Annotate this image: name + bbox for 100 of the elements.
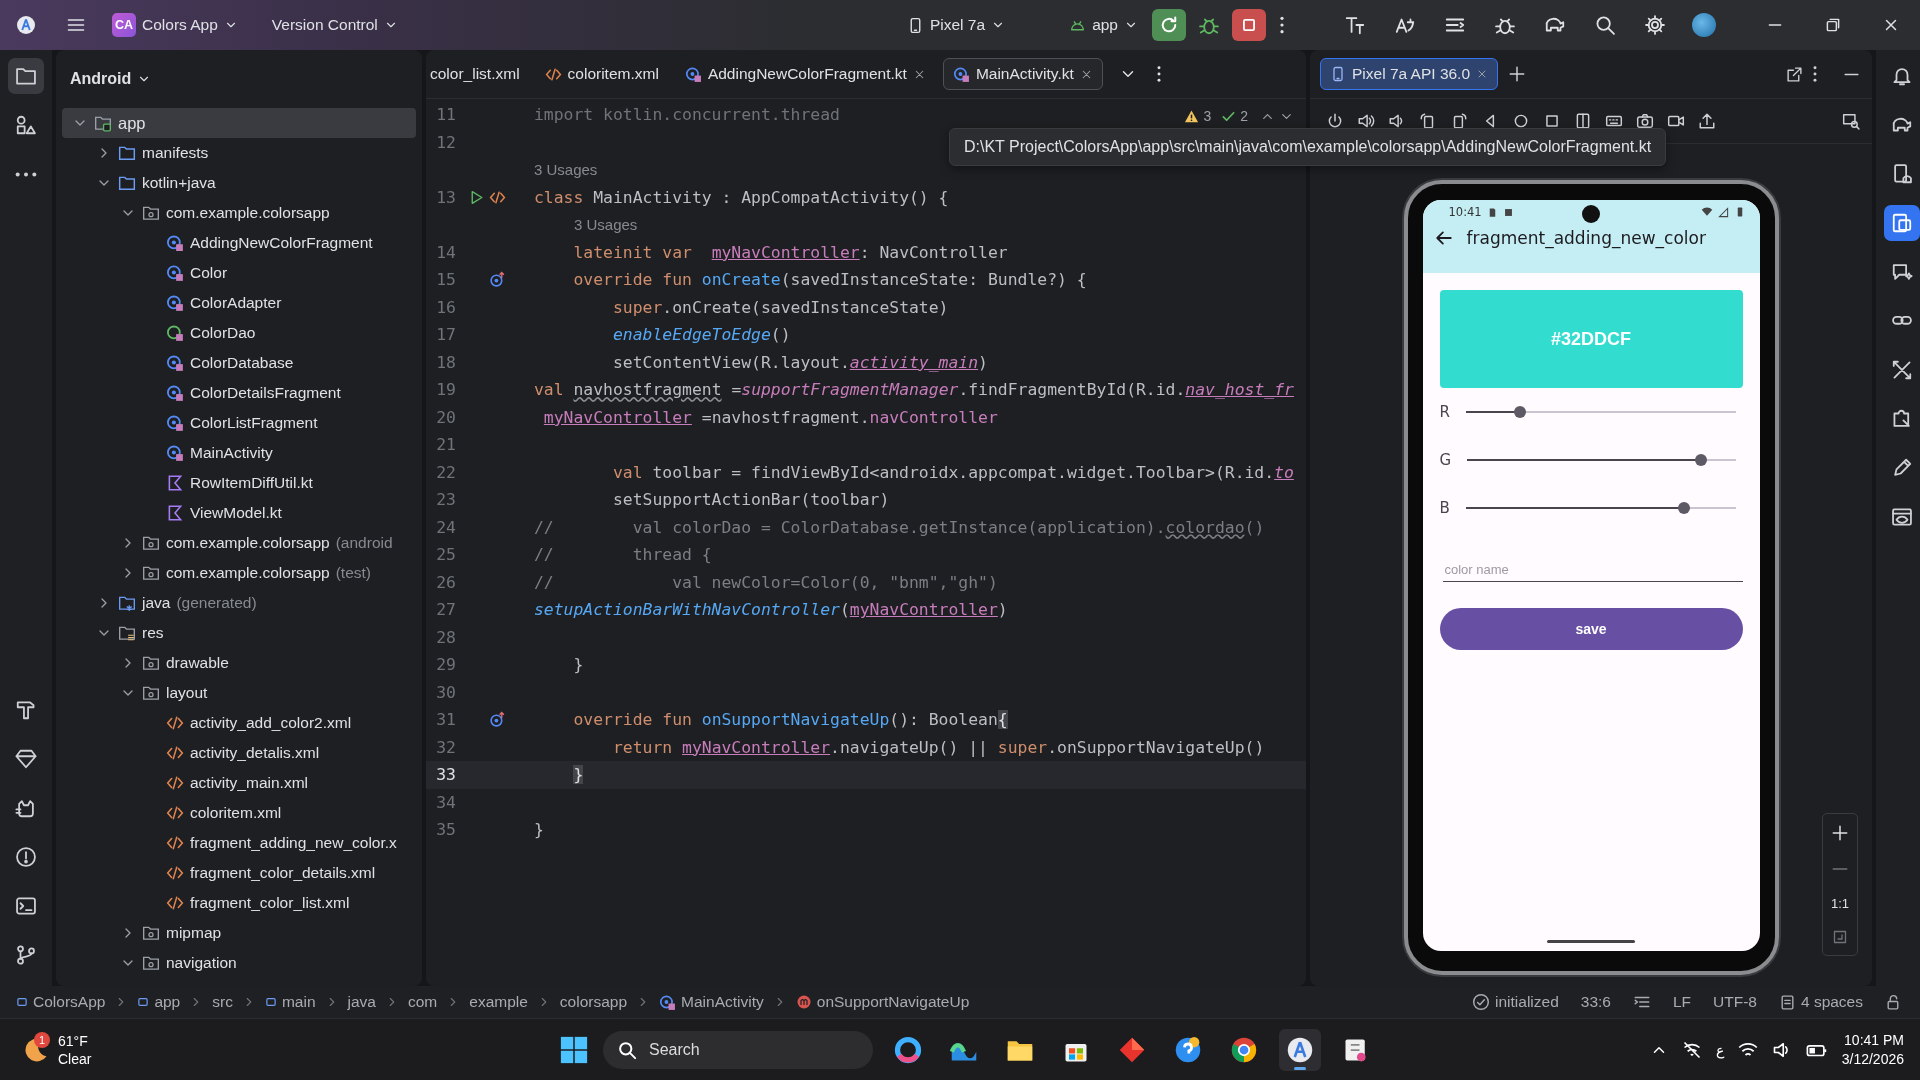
- editor-tab[interactable]: coloritem.xml: [535, 58, 668, 90]
- more-icon[interactable]: [1156, 66, 1161, 82]
- file-encoding[interactable]: UTF-8: [1713, 993, 1757, 1011]
- tree-row[interactable]: res: [62, 618, 416, 648]
- run-configuration-selector[interactable]: app: [1069, 16, 1138, 34]
- editor-tab[interactable]: MainActivity.kt: [942, 58, 1103, 90]
- zoom-in-icon[interactable]: [1831, 824, 1849, 842]
- tree-row[interactable]: mipmap: [62, 918, 416, 948]
- slider-thumb[interactable]: [1694, 454, 1707, 466]
- start-icon[interactable]: [559, 1034, 589, 1065]
- search-field[interactable]: Search: [603, 1030, 873, 1069]
- back-arrow-icon[interactable]: [1434, 229, 1453, 247]
- tree-row[interactable]: ColorAdapter: [62, 288, 416, 318]
- tree-row[interactable]: AddingNewColorFragment: [62, 228, 416, 258]
- breadcrumb[interactable]: MainActivity: [659, 993, 764, 1011]
- home-icon[interactable]: [1512, 112, 1530, 130]
- add-icon[interactable]: [1508, 65, 1527, 83]
- text-tool-icon[interactable]: [1344, 14, 1366, 36]
- breadcrumb[interactable]: onSupportNavigateUp: [795, 993, 970, 1011]
- input-language[interactable]: ع: [1715, 1041, 1724, 1058]
- tree-row[interactable]: layout: [62, 678, 416, 708]
- devices-button[interactable]: [1884, 205, 1920, 241]
- usages-hint[interactable]: 3 Usages: [574, 216, 638, 234]
- settings-icon[interactable]: [1644, 14, 1666, 36]
- folder-button[interactable]: [8, 58, 44, 94]
- save-button[interactable]: save: [1439, 608, 1743, 650]
- tree-row[interactable]: fragment_color_list.xml: [62, 888, 416, 918]
- usages-hint[interactable]: 3 Usages: [534, 161, 598, 179]
- tree-row[interactable]: ColorDatabase: [62, 348, 416, 378]
- more-icon[interactable]: [1280, 16, 1284, 34]
- tree-item-label: RowItemDiffUtil.kt: [190, 474, 313, 492]
- device-selector[interactable]: Pixel 7a: [906, 16, 1006, 34]
- tree-row[interactable]: RowItemDiffUtil.kt: [62, 468, 416, 498]
- open-external-icon[interactable]: [1786, 65, 1803, 83]
- override-icon[interactable]: [489, 711, 506, 729]
- search-icon[interactable]: [1594, 14, 1616, 36]
- line-number: 25: [435, 545, 456, 565]
- breadcrumb[interactable]: java: [347, 993, 376, 1011]
- actual-size-button[interactable]: 1:1: [1830, 896, 1850, 911]
- tree-row[interactable]: com.example.colorsapp (test): [62, 558, 416, 588]
- code-line: override fun onCreate(savedInstanceState: Bundle?) {: [572, 270, 1087, 290]
- project-view-selector[interactable]: Android: [56, 50, 422, 108]
- camera-icon[interactable]: [1636, 112, 1654, 130]
- tree-row[interactable]: activity_detalis.xml: [62, 738, 416, 768]
- tree-row[interactable]: Color: [62, 258, 416, 288]
- breadcrumb[interactable]: app: [137, 993, 181, 1011]
- slider-thumb[interactable]: [1513, 406, 1526, 418]
- restore-icon[interactable]: [1824, 16, 1842, 34]
- indent-setting[interactable]: 4 spaces: [1778, 993, 1863, 1011]
- tree-row[interactable]: ColorDetailsFragment: [62, 378, 416, 408]
- volume-up-icon[interactable]: [1357, 112, 1375, 130]
- tree-row[interactable]: activity_main.xml: [62, 768, 416, 798]
- power-icon[interactable]: [1326, 112, 1344, 130]
- tree-row[interactable]: kotlin+java: [62, 168, 416, 198]
- editor-tab[interactable]: AddingNewColorFragment.kt: [675, 58, 935, 90]
- device-tab[interactable]: Pixel 7a API 36.0: [1320, 58, 1499, 90]
- breadcrumb[interactable]: src: [212, 993, 233, 1011]
- network-off-icon[interactable]: [1681, 1039, 1702, 1060]
- breadcrumb[interactable]: com: [407, 993, 438, 1011]
- weather-widget[interactable]: 1 61°F Clear: [22, 1031, 362, 1068]
- override-icon[interactable]: [489, 271, 506, 289]
- taskbar-app[interactable]: [1279, 1028, 1321, 1071]
- more-icon[interactable]: [1813, 66, 1817, 82]
- caret-position[interactable]: 33:6: [1580, 993, 1611, 1011]
- fit-screen-icon[interactable]: [1832, 929, 1848, 945]
- breadcrumb[interactable]: colorsapp: [559, 993, 628, 1011]
- tree-row[interactable]: com.example.colorsapp: [62, 198, 416, 228]
- tree-item-suffix: (test): [335, 564, 371, 582]
- tree-row[interactable]: app: [62, 108, 416, 138]
- avatar[interactable]: [1692, 13, 1716, 37]
- tree-row[interactable]: java (generated): [62, 588, 416, 618]
- breadcrumb[interactable]: ColorsApp: [16, 993, 106, 1011]
- fold-icon[interactable]: [1574, 112, 1592, 130]
- tree-row[interactable]: drawable: [62, 648, 416, 678]
- upload-icon[interactable]: [1698, 112, 1716, 130]
- overview-icon[interactable]: [1543, 112, 1561, 130]
- tree-row[interactable]: fragment_color_details.xml: [62, 858, 416, 888]
- stop-button[interactable]: [1232, 9, 1266, 41]
- breadcrumb[interactable]: main: [264, 993, 316, 1011]
- tree-row[interactable]: navigation: [62, 948, 416, 978]
- tree-row[interactable]: ViewModel.kt: [62, 498, 416, 528]
- tree-row[interactable]: com.example.colorsapp (android: [62, 528, 416, 558]
- tree-row[interactable]: activity_add_color2.xml: [62, 708, 416, 738]
- warning-icon[interactable]: [1184, 108, 1200, 124]
- tree-row[interactable]: fragment_adding_new_color.x: [62, 828, 416, 858]
- ring-icon: [894, 1035, 922, 1064]
- rerun-button[interactable]: [1152, 9, 1186, 41]
- project-selector[interactable]: CA Colors App: [112, 13, 238, 37]
- tree-row[interactable]: coloritem.xml: [62, 798, 416, 828]
- search-window-icon[interactable]: [1842, 112, 1860, 130]
- clock[interactable]: 10:41 PM 3/12/2026: [1841, 1030, 1904, 1069]
- tree-row[interactable]: manifests: [62, 138, 416, 168]
- version-control-menu[interactable]: Version Control: [271, 16, 398, 34]
- tree-row[interactable]: MainActivity: [62, 438, 416, 468]
- editor-tab[interactable]: color_list.xml: [430, 58, 528, 90]
- breadcrumb[interactable]: example: [469, 993, 528, 1011]
- tree-row[interactable]: ColorDao: [62, 318, 416, 348]
- line-ending[interactable]: LF: [1672, 993, 1692, 1011]
- tree-row[interactable]: ColorListFragment: [62, 408, 416, 438]
- slider-thumb[interactable]: [1678, 502, 1691, 514]
